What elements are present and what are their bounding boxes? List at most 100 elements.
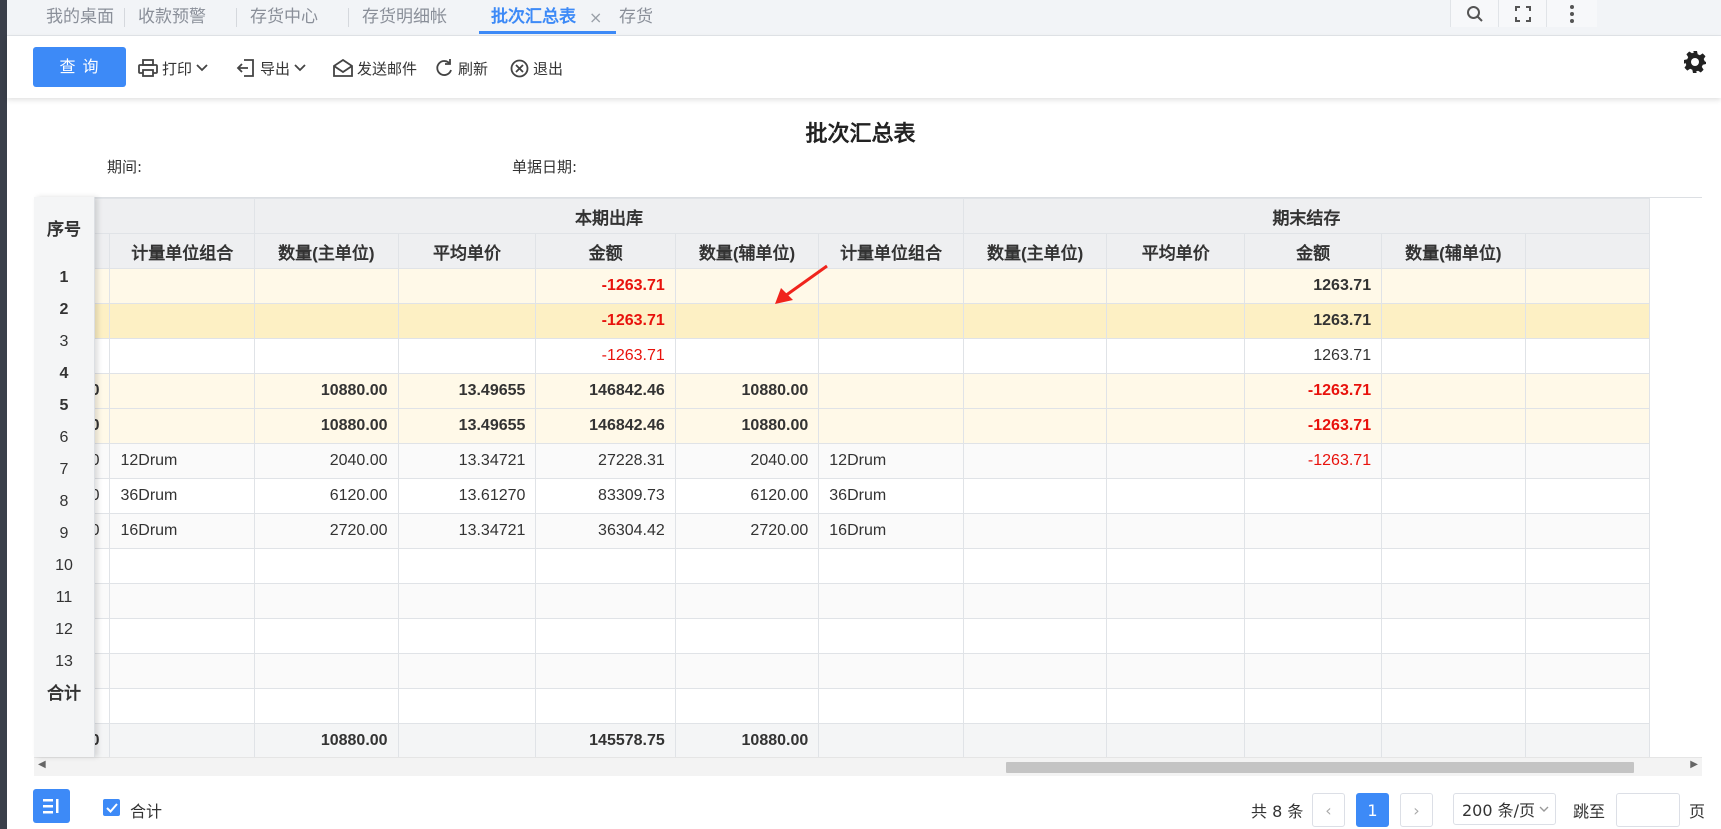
table-cell[interactable] bbox=[1106, 548, 1246, 584]
table-cell[interactable] bbox=[254, 303, 399, 339]
table-cell[interactable]: 2720.00 bbox=[254, 513, 399, 549]
table-cell[interactable] bbox=[397, 653, 537, 689]
export-button[interactable]: 导出 bbox=[236, 55, 310, 81]
table-cell[interactable] bbox=[535, 548, 676, 584]
table-cell[interactable] bbox=[1381, 723, 1526, 758]
scroll-right-icon[interactable]: ▶ bbox=[1690, 759, 1698, 770]
column-header[interactable]: 金额 bbox=[535, 233, 676, 269]
table-cell[interactable] bbox=[1106, 303, 1246, 339]
table-cell[interactable] bbox=[962, 653, 1108, 689]
table-cell[interactable] bbox=[1381, 583, 1526, 619]
table-cell[interactable] bbox=[254, 688, 399, 724]
table-cell[interactable] bbox=[397, 688, 537, 724]
table-row[interactable] bbox=[34, 548, 1651, 584]
table-cell[interactable] bbox=[109, 408, 256, 444]
fullscreen-icon[interactable] bbox=[1498, 0, 1547, 27]
table-cell[interactable] bbox=[109, 338, 256, 374]
table-cell[interactable] bbox=[254, 618, 399, 654]
table-cell[interactable] bbox=[962, 618, 1108, 654]
table-cell[interactable]: 10880.00 bbox=[254, 373, 399, 409]
print-button[interactable]: 打印 bbox=[138, 55, 212, 81]
table-cell[interactable] bbox=[818, 688, 964, 724]
column-header[interactable]: 平均单价 bbox=[397, 233, 537, 269]
table-cell[interactable] bbox=[1106, 618, 1246, 654]
table-cell[interactable] bbox=[962, 268, 1108, 304]
table-cell[interactable] bbox=[962, 478, 1108, 514]
exit-button[interactable]: 退出 bbox=[510, 55, 563, 81]
table-cell[interactable] bbox=[397, 583, 537, 619]
table-cell[interactable]: 36Drum bbox=[109, 478, 256, 514]
table-cell[interactable] bbox=[535, 618, 676, 654]
table-cell[interactable]: 13.34721 bbox=[397, 513, 537, 549]
table-cell[interactable] bbox=[818, 373, 964, 409]
tab-my-desktop[interactable]: 我的桌面 bbox=[46, 0, 114, 35]
table-cell[interactable] bbox=[109, 723, 256, 758]
table-cell[interactable]: 146842.46 bbox=[535, 408, 676, 444]
column-header[interactable]: 计量单位组合 bbox=[818, 233, 964, 269]
column-header[interactable]: 数量(主单位) bbox=[254, 233, 399, 269]
jump-page-input[interactable] bbox=[1616, 793, 1680, 827]
table-cell[interactable] bbox=[1381, 513, 1526, 549]
table-cell[interactable] bbox=[254, 268, 399, 304]
table-cell[interactable] bbox=[1106, 443, 1246, 479]
table-cell[interactable] bbox=[1381, 408, 1526, 444]
table-cell[interactable] bbox=[818, 408, 964, 444]
table-cell[interactable]: 1263.71 bbox=[1244, 303, 1383, 339]
table-cell[interactable] bbox=[397, 548, 537, 584]
table-cell[interactable] bbox=[674, 688, 820, 724]
table-cell[interactable]: 13.49655 bbox=[397, 373, 537, 409]
search-icon[interactable] bbox=[1450, 0, 1499, 27]
table-cell[interactable] bbox=[674, 548, 820, 584]
table-cell[interactable] bbox=[1381, 373, 1526, 409]
table-cell[interactable] bbox=[818, 723, 964, 758]
column-header[interactable]: 金额 bbox=[1244, 233, 1383, 269]
table-cell[interactable] bbox=[397, 303, 537, 339]
table-cell[interactable]: 10880.00 bbox=[674, 723, 820, 758]
table-cell[interactable] bbox=[818, 583, 964, 619]
table-cell[interactable]: 13.34721 bbox=[397, 443, 537, 479]
table-cell[interactable]: 1263.71 bbox=[1244, 268, 1383, 304]
table-cell[interactable] bbox=[1106, 338, 1246, 374]
refresh-button[interactable]: 刷新 bbox=[434, 55, 488, 81]
table-cell[interactable]: 12Drum bbox=[818, 443, 964, 479]
tab-payment-warning[interactable]: 收款预警 bbox=[138, 0, 206, 35]
tab-inventory-detail[interactable]: 存货明细帐 bbox=[362, 0, 447, 35]
table-cell[interactable] bbox=[1244, 583, 1383, 619]
column-header[interactable]: 数量(辅单位) bbox=[1381, 233, 1526, 269]
table-cell[interactable] bbox=[1244, 723, 1383, 758]
table-cell[interactable]: 13.49655 bbox=[397, 408, 537, 444]
table-cell[interactable]: 13.61270 bbox=[397, 478, 537, 514]
tab-batch-summary[interactable]: 批次汇总表 bbox=[479, 0, 616, 35]
table-cell[interactable] bbox=[109, 688, 256, 724]
table-row[interactable]: -1263.71 1263.71 bbox=[34, 268, 1651, 304]
table-cell[interactable]: 10880.00 bbox=[254, 408, 399, 444]
table-cell[interactable] bbox=[109, 268, 256, 304]
table-row[interactable] bbox=[34, 618, 1651, 654]
table-cell[interactable] bbox=[254, 583, 399, 619]
column-header[interactable]: 计量单位组合 bbox=[109, 233, 256, 269]
table-cell[interactable] bbox=[1381, 338, 1526, 374]
table-cell[interactable] bbox=[397, 618, 537, 654]
table-cell[interactable]: -1263.71 bbox=[1244, 443, 1383, 479]
horizontal-scrollbar[interactable]: ◀ ▶ bbox=[34, 757, 1702, 776]
total-row[interactable]: 10880.0010880.00145578.7510880.00 bbox=[34, 723, 1651, 758]
table-cell[interactable] bbox=[1106, 583, 1246, 619]
table-cell[interactable] bbox=[674, 303, 820, 339]
table-cell[interactable] bbox=[818, 653, 964, 689]
table-cell[interactable] bbox=[962, 373, 1108, 409]
table-row[interactable]: 2720.0016Drum2720.0013.3472136304.422720… bbox=[34, 513, 1651, 549]
table-cell[interactable] bbox=[109, 373, 256, 409]
table-cell[interactable]: 6120.00 bbox=[674, 478, 820, 514]
scroll-left-icon[interactable]: ◀ bbox=[38, 759, 46, 770]
table-cell[interactable] bbox=[674, 653, 820, 689]
table-cell[interactable] bbox=[1244, 618, 1383, 654]
table-cell[interactable] bbox=[1381, 443, 1526, 479]
gear-icon[interactable] bbox=[1683, 50, 1707, 78]
table-cell[interactable] bbox=[1381, 268, 1526, 304]
table-cell[interactable]: -1263.71 bbox=[535, 303, 676, 339]
table-cell[interactable] bbox=[1106, 653, 1246, 689]
table-cell[interactable] bbox=[254, 548, 399, 584]
page-button-current[interactable]: 1 bbox=[1356, 793, 1389, 827]
table-cell[interactable]: 2720.00 bbox=[674, 513, 820, 549]
table-cell[interactable] bbox=[674, 338, 820, 374]
